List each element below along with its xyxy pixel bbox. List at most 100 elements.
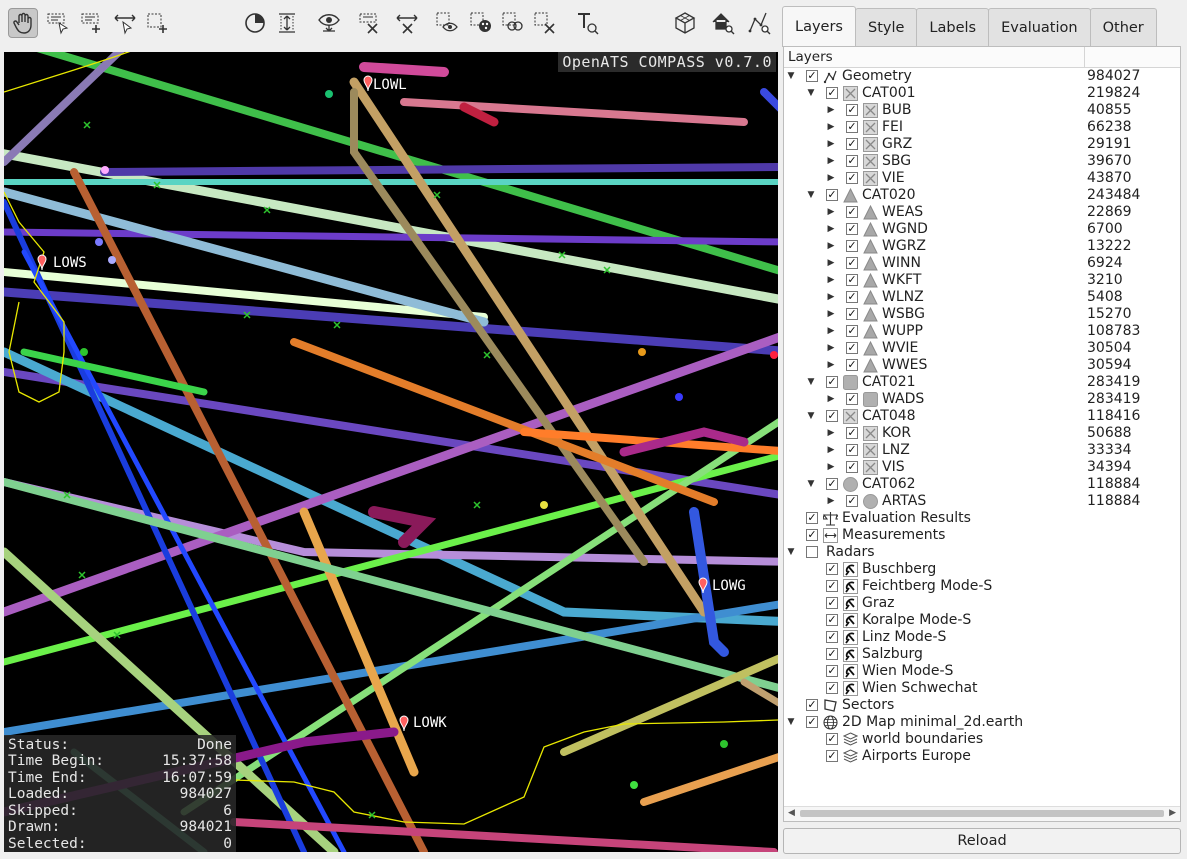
collapse-arrow-icon[interactable]: ▼: [806, 408, 816, 425]
layer-checkbox[interactable]: ✓: [846, 223, 858, 235]
clear-measure-icon[interactable]: [392, 8, 422, 38]
layer-checkbox[interactable]: ✓: [846, 359, 858, 371]
expand-arrow-icon[interactable]: ▶: [826, 255, 836, 272]
layer-checkbox[interactable]: ✓: [846, 172, 858, 184]
copy-point-icon[interactable]: [498, 8, 528, 38]
horizontal-scrollbar[interactable]: ◀ ▶: [784, 806, 1180, 821]
tree-row[interactable]: ✓ world boundaries: [784, 731, 1180, 748]
expand-arrow-icon[interactable]: ▶: [826, 119, 836, 136]
tree-row[interactable]: ▼ ✓ CAT062 118884: [784, 476, 1180, 493]
layer-checkbox[interactable]: ✓: [846, 155, 858, 167]
layer-checkbox[interactable]: ✓: [826, 648, 838, 660]
layer-checkbox[interactable]: ✓: [806, 716, 818, 728]
tree-row[interactable]: ▼ ✓ CAT020 243484: [784, 187, 1180, 204]
add-rectangle-icon[interactable]: [76, 8, 106, 38]
tree-row[interactable]: ▶ ✓ WKFT 3210: [784, 272, 1180, 289]
scrollbar-thumb[interactable]: [800, 810, 1164, 817]
tab-style[interactable]: Style: [854, 8, 918, 47]
layer-checkbox[interactable]: ✓: [826, 733, 838, 745]
tree-row[interactable]: ▶ ✓ VIS 34394: [784, 459, 1180, 476]
select-label-icon[interactable]: [42, 8, 72, 38]
tree-row[interactable]: ▶ ✓ WSBG 15270: [784, 306, 1180, 323]
layer-checkbox[interactable]: ✓: [806, 512, 818, 524]
scroll-left-icon[interactable]: ◀: [788, 808, 795, 818]
expand-arrow-icon[interactable]: ▶: [826, 323, 836, 340]
expand-arrow-icon[interactable]: ▶: [826, 306, 836, 323]
expand-arrow-icon[interactable]: ▶: [826, 459, 836, 476]
tree-row[interactable]: ✓ Feichtberg Mode-S: [784, 578, 1180, 595]
tree-row[interactable]: ▼ ✓ CAT001 219824: [784, 85, 1180, 102]
column-divider[interactable]: [1084, 47, 1085, 67]
expand-arrow-icon[interactable]: ▶: [826, 493, 836, 510]
select-add-icon[interactable]: [142, 8, 172, 38]
layer-checkbox[interactable]: ✓: [826, 410, 838, 422]
show-selected-icon[interactable]: [314, 8, 344, 38]
tree-row[interactable]: ▶ ✓ KOR 50688: [784, 425, 1180, 442]
tree-row[interactable]: ▼ ✓ CAT048 118416: [784, 408, 1180, 425]
tab-evaluation[interactable]: Evaluation: [988, 8, 1091, 47]
collapse-arrow-icon[interactable]: ▼: [806, 374, 816, 391]
time-filter-icon[interactable]: [240, 8, 270, 38]
collapse-arrow-icon[interactable]: ▼: [806, 85, 816, 102]
zoom-data-icon[interactable]: [744, 8, 774, 38]
tree-row[interactable]: ✓ Airports Europe: [784, 748, 1180, 765]
layer-checkbox[interactable]: ✓: [826, 580, 838, 592]
layer-checkbox[interactable]: ✓: [846, 427, 858, 439]
layer-checkbox[interactable]: ✓: [846, 291, 858, 303]
layer-checkbox[interactable]: ✓: [846, 104, 858, 116]
tree-row[interactable]: ▶ ✓ WLNZ 5408: [784, 289, 1180, 306]
home-search-icon[interactable]: [708, 8, 738, 38]
style-point-icon[interactable]: [466, 8, 496, 38]
tree-row[interactable]: ▼ ✓ 2D Map minimal_2d.earth: [784, 714, 1180, 731]
collapse-arrow-icon[interactable]: ▼: [786, 714, 796, 731]
expand-arrow-icon[interactable]: ▶: [826, 153, 836, 170]
tree-row[interactable]: ✓ Evaluation Results: [784, 510, 1180, 527]
text-tool-icon[interactable]: [572, 8, 602, 38]
tab-layers[interactable]: Layers: [782, 6, 856, 47]
layer-checkbox[interactable]: ✓: [826, 597, 838, 609]
layer-checkbox[interactable]: ✓: [846, 342, 858, 354]
tree-row[interactable]: ▶ ✓ GRZ 29191: [784, 136, 1180, 153]
layer-checkbox[interactable]: ✓: [846, 308, 858, 320]
tree-row[interactable]: ▶ ✓ WEAS 22869: [784, 204, 1180, 221]
layer-checkbox[interactable]: ✓: [846, 121, 858, 133]
layer-checkbox[interactable]: ✓: [826, 563, 838, 575]
layer-checkbox[interactable]: ✓: [846, 495, 858, 507]
collapse-arrow-icon[interactable]: ▼: [806, 476, 816, 493]
expand-arrow-icon[interactable]: ▶: [826, 289, 836, 306]
layer-checkbox[interactable]: ✓: [806, 699, 818, 711]
clear-label-icon[interactable]: [354, 8, 384, 38]
layer-checkbox[interactable]: ✓: [826, 478, 838, 490]
expand-arrow-icon[interactable]: ▶: [826, 357, 836, 374]
expand-arrow-icon[interactable]: ▶: [826, 442, 836, 459]
layer-checkbox[interactable]: ✓: [826, 631, 838, 643]
view-point-icon[interactable]: [432, 8, 462, 38]
tree-row[interactable]: ✓ Wien Mode-S: [784, 663, 1180, 680]
expand-arrow-icon[interactable]: ▶: [826, 136, 836, 153]
layer-checkbox[interactable]: [806, 546, 818, 558]
tree-row[interactable]: ✓ Graz: [784, 595, 1180, 612]
tree-row[interactable]: ▼ Radars: [784, 544, 1180, 561]
tree-row[interactable]: ✓ Koralpe Mode-S: [784, 612, 1180, 629]
grid-3d-icon[interactable]: [670, 8, 700, 38]
expand-arrow-icon[interactable]: ▶: [826, 238, 836, 255]
tree-row[interactable]: ▶ ✓ WVIE 30504: [784, 340, 1180, 357]
tree-row[interactable]: ▶ ✓ WGRZ 13222: [784, 238, 1180, 255]
expand-arrow-icon[interactable]: ▶: [826, 391, 836, 408]
hand-navigate-icon[interactable]: [8, 8, 38, 38]
tree-row[interactable]: ✓ Salzburg: [784, 646, 1180, 663]
expand-arrow-icon[interactable]: ▶: [826, 340, 836, 357]
layer-checkbox[interactable]: ✓: [826, 682, 838, 694]
tree-row[interactable]: ▶ ✓ WUPP 108783: [784, 323, 1180, 340]
tree-row[interactable]: ▶ ✓ ARTAS 118884: [784, 493, 1180, 510]
reload-button[interactable]: Reload: [783, 828, 1181, 854]
layer-checkbox[interactable]: ✓: [806, 70, 818, 82]
layer-checkbox[interactable]: ✓: [826, 614, 838, 626]
collapse-arrow-icon[interactable]: ▼: [786, 68, 796, 85]
tree-row[interactable]: ▶ ✓ VIE 43870: [784, 170, 1180, 187]
tree-row[interactable]: ✓ Measurements: [784, 527, 1180, 544]
tree-row[interactable]: ✓ Buschberg: [784, 561, 1180, 578]
layer-checkbox[interactable]: ✓: [826, 87, 838, 99]
expand-arrow-icon[interactable]: ▶: [826, 102, 836, 119]
layer-checkbox[interactable]: ✓: [846, 138, 858, 150]
